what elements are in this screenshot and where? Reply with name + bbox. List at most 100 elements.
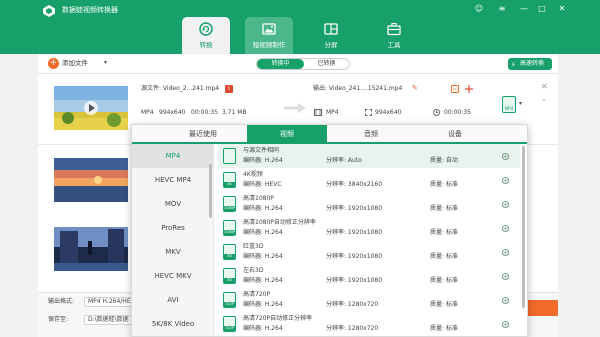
preset-resolution: 分辨率: 1920x1080 xyxy=(326,253,383,260)
chat-icon[interactable]: ☺ xyxy=(473,3,485,15)
preset-icon-label: 1080P xyxy=(224,206,236,211)
tab-video[interactable]: 视频 xyxy=(247,125,327,144)
tab-tools[interactable]: 工具 xyxy=(370,17,418,54)
preset-encoder: 编码器: H.264 xyxy=(243,253,283,260)
preset-quality: 质量: 标准 xyxy=(430,229,458,236)
video-format-icon: 720P xyxy=(223,292,236,308)
format-item-prores[interactable]: ProRes xyxy=(132,216,214,240)
tab-split-screen[interactable]: 分屏 xyxy=(307,17,355,54)
gear-icon[interactable] xyxy=(501,272,510,281)
format-panel: 最近使用 视频 音频 设备 MP4 HEVC MP4 MOV ProRes MK… xyxy=(131,124,528,337)
menu-icon[interactable]: ≡ xyxy=(496,3,508,15)
preset-encoder: 编码器: H.264 xyxy=(243,325,283,332)
preset-row[interactable]: 720P 高清720P 编码器: H.264 分辨率: 1280x720 质量: 标准 xyxy=(218,288,520,312)
preset-resolution: 分辨率: Auto xyxy=(326,157,362,164)
preset-title: 高清1080P xyxy=(243,195,274,202)
tab-converted[interactable]: 已转换 xyxy=(304,59,349,69)
video-format-icon: 720P xyxy=(223,316,236,332)
format-item-5k-8k[interactable]: 5K/8K Video xyxy=(132,312,214,336)
preset-encoder: 编码器: H.264 xyxy=(243,229,283,236)
cut-icon[interactable]: ✂ xyxy=(451,85,459,93)
source-format: MP4 xyxy=(141,109,154,116)
format-item-mkv[interactable]: MKV xyxy=(132,240,214,264)
preset-encoder: 编码器: HEVC xyxy=(243,181,282,188)
preset-row[interactable]: 1080P 高清1080P 编码器: H.264 分辨率: 1920x1080 质量: … xyxy=(218,192,520,216)
gear-icon[interactable] xyxy=(501,200,510,209)
tab-convert-label: 转换 xyxy=(199,41,213,49)
preset-quality: 质量: 标准 xyxy=(430,277,458,284)
format-list-scrollbar[interactable] xyxy=(209,164,212,218)
chevron-down-icon[interactable]: ▾ xyxy=(519,100,522,107)
crop-icon[interactable] xyxy=(465,85,473,93)
close-icon[interactable]: ✕ xyxy=(556,3,568,15)
play-icon[interactable] xyxy=(84,101,98,115)
resize-icon xyxy=(365,109,372,116)
output-format-badge[interactable]: MP4 xyxy=(502,96,516,113)
tab-convert[interactable]: 转换 xyxy=(182,17,230,54)
tab-converting[interactable]: 转换中 xyxy=(257,59,304,69)
remove-file-icon[interactable]: ✕ xyxy=(541,82,548,91)
video-thumbnail[interactable] xyxy=(54,86,128,130)
preset-row[interactable]: 3D 左右3D 编码器: H.264 分辨率: 1920x1080 质量: 标准 xyxy=(218,264,520,288)
video-format-icon xyxy=(223,148,236,164)
preset-row[interactable]: 720P 高清720P自动修正分辨率 编码器: H.264 分辨率: 1280x720… xyxy=(218,312,520,336)
gear-icon[interactable] xyxy=(501,152,510,161)
format-item-hevc-mp4[interactable]: HEVC MP4 xyxy=(132,168,214,192)
output-filename: 输出: Video_241....15241.mp4 xyxy=(313,85,403,92)
preset-resolution: 分辨率: 1280x720 xyxy=(326,301,379,308)
preset-row[interactable]: 1080P 高清1080P自动修正分辨率 编码器: H.264 分辨率: 1920x1… xyxy=(218,216,520,240)
preset-row[interactable]: 与源文件相同 编码器: H.264 分辨率: Auto 质量: 自动 xyxy=(218,144,520,168)
video-thumbnail[interactable] xyxy=(54,227,128,271)
preset-icon-label: 720P xyxy=(224,326,235,331)
format-item-mov[interactable]: MOV xyxy=(132,192,214,216)
tab-short-video[interactable]: 短视频制作 xyxy=(245,17,293,54)
output-format-select[interactable]: MP4 H.264/HE xyxy=(84,297,132,307)
save-path-field[interactable]: D:\数据蛙\数据 xyxy=(84,315,132,325)
save-to-label: 保存至: xyxy=(48,316,69,323)
convert-all-button[interactable] xyxy=(524,300,558,316)
preset-row[interactable]: 4K 4K视频 编码器: HEVC 分辨率: 3840x2160 质量: 标准 xyxy=(218,168,520,192)
expand-icon[interactable]: ⌄ xyxy=(541,95,547,103)
tab-device[interactable]: 设备 xyxy=(415,125,495,144)
gear-icon[interactable] xyxy=(501,248,510,257)
preset-title: 与源文件相同 xyxy=(243,147,280,154)
maximize-icon[interactable]: □ xyxy=(536,3,548,15)
format-item-hevc-mkv[interactable]: HEVC MKV xyxy=(132,264,214,288)
tab-audio[interactable]: 音频 xyxy=(331,125,411,144)
output-resolution: 994x640 xyxy=(375,109,402,116)
chevron-down-icon[interactable]: ▾ xyxy=(104,59,107,66)
minimize-icon[interactable]: — xyxy=(518,3,530,15)
preset-quality: 质量: 标准 xyxy=(430,181,458,188)
format-badge-label: MP4 xyxy=(504,106,514,111)
image-icon xyxy=(262,23,276,35)
format-list: MP4 HEVC MP4 MOV ProRes MKV HEVC MKV AVI… xyxy=(132,144,214,336)
gear-icon[interactable] xyxy=(501,176,510,185)
fast-convert-label: 高速转换 xyxy=(520,60,545,67)
preset-resolution: 分辨率: 3840x2160 xyxy=(326,181,383,188)
preset-list-scrollbar[interactable] xyxy=(522,146,525,308)
convert-icon xyxy=(199,22,213,36)
output-format-label: 输出格式: xyxy=(48,298,75,305)
preset-quality: 质量: 标准 xyxy=(430,205,458,212)
status-segment: 转换中 已转换 xyxy=(256,58,350,70)
edit-icon[interactable]: ✎ xyxy=(412,84,418,92)
preset-quality: 质量: 标准 xyxy=(430,253,458,260)
preset-row[interactable]: 3D 红蓝3D 编码器: H.264 分辨率: 1920x1080 质量: 标准 xyxy=(218,240,520,264)
video-thumbnail[interactable] xyxy=(54,158,128,202)
gear-icon[interactable] xyxy=(501,224,510,233)
preset-resolution: 分辨率: 1920x1080 xyxy=(326,205,383,212)
gear-icon[interactable] xyxy=(501,296,510,305)
info-icon[interactable]: i xyxy=(225,85,233,93)
video-format-icon: 3D xyxy=(223,268,236,284)
format-item-mp4[interactable]: MP4 xyxy=(132,144,214,168)
preset-quality: 质量: 标准 xyxy=(430,301,458,308)
gear-icon[interactable] xyxy=(501,320,510,329)
fast-convert-button[interactable]: ⚡ 高速转换 xyxy=(508,58,552,70)
format-item-avi[interactable]: AVI xyxy=(132,288,214,312)
source-resolution: 994x640 xyxy=(159,109,186,116)
preset-quality: 质量: 标准 xyxy=(430,325,458,332)
video-format-icon: 3D xyxy=(223,244,236,260)
output-duration: 00:00:35 xyxy=(444,109,471,116)
preset-quality: 质量: 自动 xyxy=(430,157,458,164)
tab-recent[interactable]: 最近使用 xyxy=(163,125,243,144)
